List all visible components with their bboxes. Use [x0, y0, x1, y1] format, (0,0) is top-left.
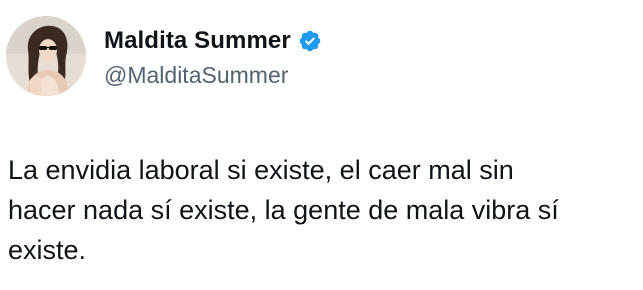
verified-badge-icon — [298, 29, 322, 53]
author-names: Maldita Summer @MalditaSummer — [104, 24, 322, 89]
tweet-card: Maldita Summer @MalditaSummer La envidia… — [0, 0, 643, 290]
name-row: Maldita Summer — [104, 24, 322, 58]
author-handle[interactable]: @MalditaSummer — [104, 62, 322, 89]
tweet-header: Maldita Summer @MalditaSummer — [6, 16, 322, 96]
author-display-name[interactable]: Maldita Summer — [104, 27, 291, 55]
avatar-photo — [6, 16, 86, 96]
tweet-text: La envidia laboral si existe, el caer ma… — [8, 155, 559, 265]
avatar[interactable] — [6, 16, 86, 96]
